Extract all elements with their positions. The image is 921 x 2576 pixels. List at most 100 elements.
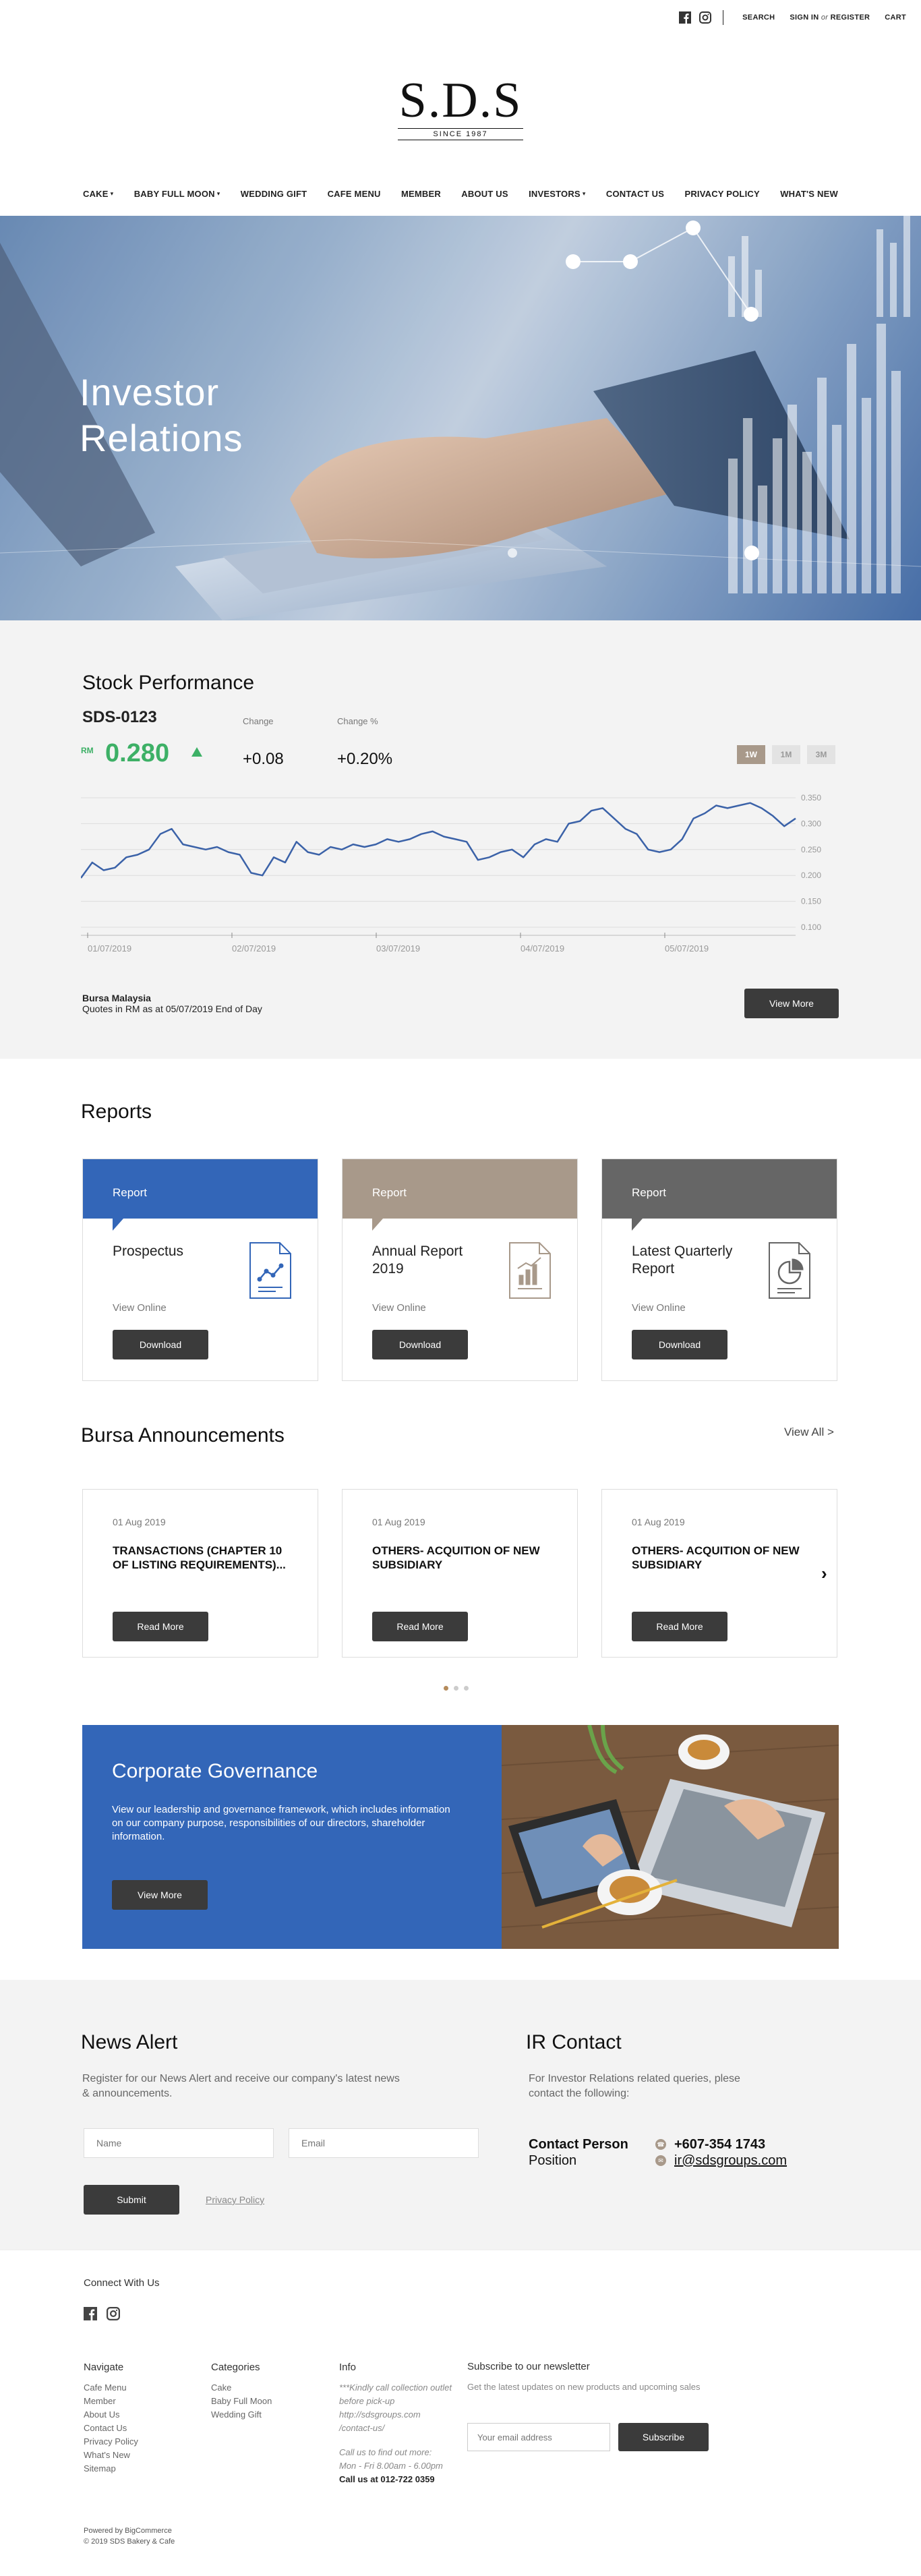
hero-title-line1: Investor — [80, 371, 220, 413]
cart-link[interactable]: CART — [885, 13, 906, 22]
nav-item-what-s-new[interactable]: WHAT'S NEW — [780, 189, 838, 199]
footer-categories-link[interactable]: Cake — [211, 2381, 272, 2395]
range-3m-button[interactable]: 3M — [807, 745, 835, 764]
view-online-link[interactable]: View Online — [372, 1302, 426, 1314]
email-input[interactable] — [289, 2128, 479, 2158]
nav-item-label: WHAT'S NEW — [780, 189, 838, 199]
sign-in-link[interactable]: SIGN IN — [790, 13, 819, 22]
phone-number[interactable]: +607-354 1743 — [674, 2136, 765, 2153]
nav-item-about-us[interactable]: ABOUT US — [461, 189, 508, 199]
stock-currency: RM — [81, 746, 94, 755]
email-row: ✉ ir@sdsgroups.com — [655, 2153, 787, 2169]
view-all-announcements-link[interactable]: View All > — [784, 1426, 834, 1439]
report-band-notch — [113, 1219, 123, 1231]
change-pct-value: +0.20% — [337, 750, 393, 768]
subscribe-button[interactable]: Subscribe — [618, 2423, 709, 2451]
nav-item-contact-us[interactable]: CONTACT US — [606, 189, 664, 199]
governance-description: View our leadership and governance frame… — [112, 1804, 450, 1842]
navigate-title: Navigate — [84, 2362, 124, 2373]
email-address[interactable]: ir@sdsgroups.com — [674, 2153, 787, 2169]
nav-item-wedding-gift[interactable]: WEDDING GIFT — [241, 189, 307, 199]
chart-x-ticks: 01/07/2019 02/07/2019 03/07/2019 04/07/2019… — [81, 933, 796, 954]
register-link[interactable]: REGISTER — [831, 13, 870, 22]
main-navigation: CAKE ▾ BABY FULL MOON ▾ WEDDING GIFT CAFE MEN… — [83, 189, 838, 199]
footer-facebook-icon[interactable] — [84, 2307, 97, 2324]
stock-view-more-button[interactable]: View More — [744, 989, 839, 1018]
source-name: Bursa Malaysia — [82, 993, 151, 1003]
read-more-button[interactable]: Read More — [113, 1612, 208, 1641]
news-alert-description: Register for our News Alert and receive … — [82, 2073, 400, 2099]
carousel-dot-2[interactable] — [454, 1686, 458, 1691]
y-tick-label: 0.200 — [801, 871, 821, 880]
name-input[interactable] — [84, 2128, 274, 2158]
price-up-arrow-icon — [191, 747, 202, 757]
governance-view-more-button[interactable]: View More — [112, 1880, 208, 1910]
y-tick-label: 0.100 — [801, 923, 821, 932]
search-link[interactable]: SEARCH — [742, 13, 775, 22]
ir-contact-description: For Investor Relations related queries, … — [529, 2073, 740, 2099]
news-alert-ir-section: News Alert Register for our News Alert a… — [0, 1980, 921, 2250]
read-more-button[interactable]: Read More — [632, 1612, 727, 1641]
nav-item-cafe-menu[interactable]: CAFE MENU — [328, 189, 381, 199]
y-tick-label: 0.250 — [801, 845, 821, 854]
powered-by[interactable]: Powered by BigCommerce — [84, 2525, 175, 2536]
newsletter-email-input[interactable] — [467, 2423, 610, 2451]
info-line-2[interactable]: http://sdsgroups.com /contact-us/ — [339, 2408, 454, 2435]
footer-navigate-link[interactable]: Contact Us — [84, 2422, 138, 2435]
footer-credits: Powered by BigCommerce © 2019 SDS Bakery… — [84, 2525, 175, 2547]
footer-categories-link[interactable]: Wedding Gift — [211, 2408, 272, 2422]
stock-price: 0.280 — [105, 739, 170, 767]
facebook-icon[interactable] — [678, 11, 692, 24]
download-button[interactable]: Download — [632, 1330, 727, 1359]
footer-categories-link[interactable]: Baby Full Moon — [211, 2395, 272, 2408]
report-band-label: Report — [632, 1186, 667, 1199]
view-online-link[interactable]: View Online — [113, 1302, 167, 1314]
or-text: or — [821, 13, 829, 22]
nav-item-label: MEMBER — [400, 189, 441, 199]
x-tick-label: 04/07/2019 — [521, 943, 564, 954]
workspace-illustration — [502, 1725, 839, 1949]
announcement-headline: TRANSACTIONS (CHAPTER 10 OF LISTING REQU… — [113, 1544, 286, 1571]
footer-navigate-link[interactable]: Sitemap — [84, 2462, 138, 2476]
corporate-governance-panel: Corporate Governance View our leadership… — [82, 1725, 502, 1949]
y-tick-label: 0.150 — [801, 897, 821, 906]
categories-title: Categories — [211, 2362, 260, 2373]
phone-icon: ☎ — [655, 2139, 666, 2150]
site-logo[interactable]: S.D.S SINCE 1987 — [0, 74, 921, 140]
report-band-label: Report — [113, 1186, 148, 1199]
download-button[interactable]: Download — [372, 1330, 468, 1359]
footer-navigate-link[interactable]: About Us — [84, 2408, 138, 2422]
footer-navigate-link[interactable]: Cafe Menu — [84, 2381, 138, 2395]
carousel-dot-1[interactable] — [444, 1686, 448, 1691]
change-pct-label: Change % — [337, 716, 378, 726]
read-more-button[interactable]: Read More — [372, 1612, 468, 1641]
report-name: Latest Quarterly Report — [632, 1243, 733, 1277]
instagram-icon[interactable] — [699, 11, 712, 24]
view-online-link[interactable]: View Online — [632, 1302, 686, 1314]
site-footer: Connect With Us Navigate Cafe Menu Member… — [0, 2250, 921, 2576]
copyright: © 2019 SDS Bakery & Cafe — [84, 2538, 175, 2546]
source-note: Quotes in RM as at 05/07/2019 End of Day — [82, 1003, 262, 1014]
footer-navigate-link[interactable]: Member — [84, 2395, 138, 2408]
announcement-date: 01 Aug 2019 — [372, 1517, 425, 1527]
range-1w-button[interactable]: 1W — [737, 745, 765, 764]
nav-item-member[interactable]: MEMBER — [401, 189, 441, 199]
nav-item-investors[interactable]: INVESTORS ▾ — [529, 189, 585, 199]
nav-item-baby-full-moon[interactable]: BABY FULL MOON ▾ — [134, 189, 220, 199]
footer-categories: Categories Cake Baby Full Moon Wedding Gif… — [211, 2361, 272, 2422]
carousel-next-icon[interactable]: › — [821, 1563, 827, 1584]
announcement-card: 01 Aug 2019 TRANSACTIONS (CHAPTER 10 OF L… — [82, 1489, 318, 1658]
carousel-dot-3[interactable] — [464, 1686, 469, 1691]
nav-item-privacy-policy[interactable]: PRIVACY POLICY — [684, 189, 759, 199]
change-label: Change — [243, 716, 274, 726]
privacy-policy-link[interactable]: Privacy Policy — [206, 2194, 264, 2205]
range-1m-button[interactable]: 1M — [772, 745, 800, 764]
download-button[interactable]: Download — [113, 1330, 208, 1359]
nav-item-cake[interactable]: CAKE ▾ — [83, 189, 113, 199]
quote-source: Bursa Malaysia Quotes in RM as at 05/07/… — [82, 993, 262, 1014]
footer-instagram-icon[interactable] — [107, 2307, 120, 2324]
submit-button[interactable]: Submit — [84, 2185, 179, 2215]
footer-navigate-link[interactable]: What's New — [84, 2449, 138, 2462]
x-tick-label: 01/07/2019 — [88, 943, 131, 954]
footer-navigate-link[interactable]: Privacy Policy — [84, 2435, 138, 2449]
